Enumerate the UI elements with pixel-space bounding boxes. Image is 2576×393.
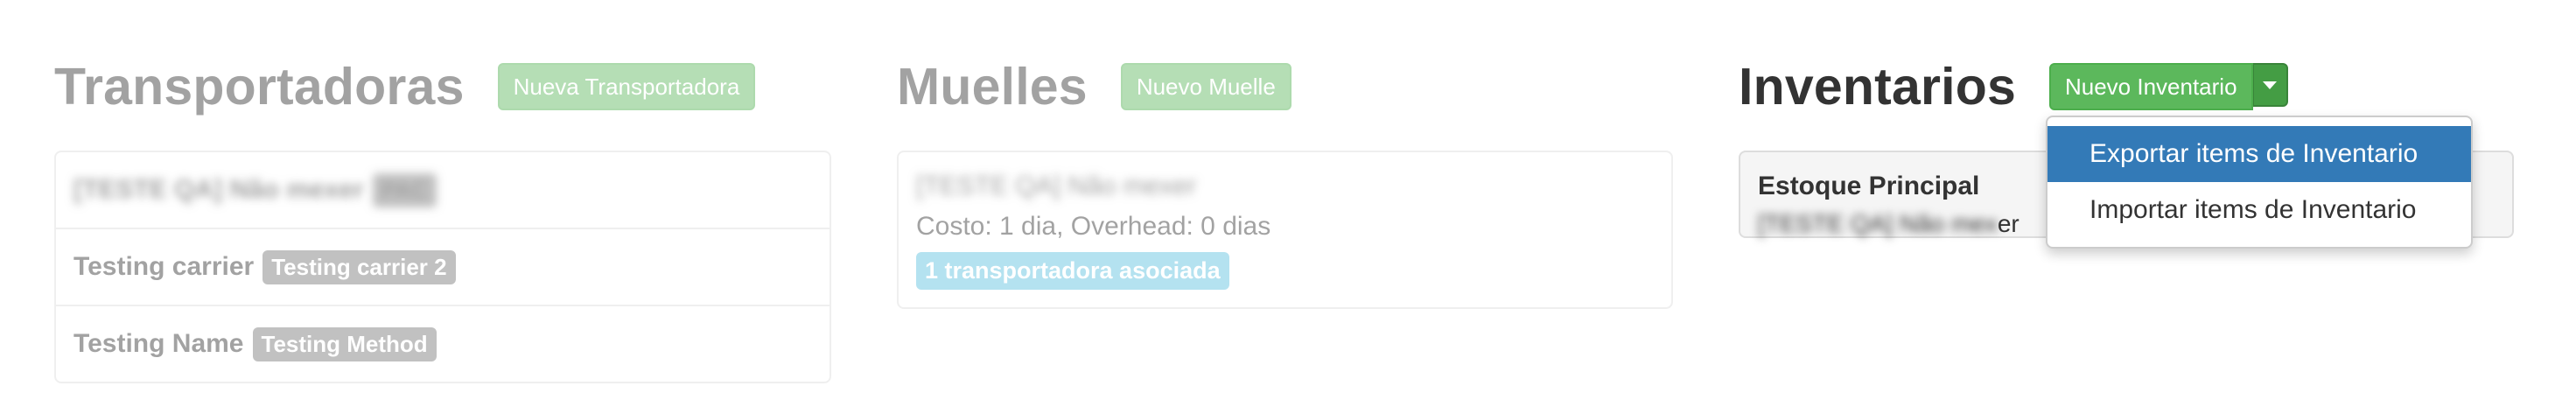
new-inventario-dropdown-toggle[interactable] (2252, 63, 2288, 107)
muelles-title: Muelles (897, 58, 1088, 116)
export-inventory-items-menu-item[interactable]: Exportar items de Inventario (2048, 126, 2471, 182)
transportadoras-header: Transportadoras Nueva Transportadora (54, 56, 831, 117)
list-item-badge: PAC (372, 172, 437, 207)
list-item-badge: Testing Method (252, 326, 437, 361)
inventario-subtitle-visible: er (1997, 210, 2020, 237)
list-item-badge: Testing carrier 2 (262, 249, 456, 284)
new-inventario-split-button: Nuevo Inventario (2048, 63, 2288, 110)
list-item[interactable]: Testing carrier Testing carrier 2 (56, 228, 830, 305)
muelle-cost: Costo: 1 dia, Overhead: 0 dias (916, 212, 1271, 241)
transportadoras-title: Transportadoras (54, 58, 465, 116)
caret-down-icon (2263, 81, 2278, 89)
import-inventory-items-menu-item[interactable]: Importar items de Inventario (2048, 182, 2471, 238)
muelles-section: Muelles Nuevo Muelle [TESTE QA] Não mexe… (897, 56, 1673, 309)
inventario-subtitle-blurred: [TESTE QA] Não mex (1758, 210, 1998, 237)
transportadoras-section: Transportadoras Nueva Transportadora [TE… (54, 56, 831, 383)
muelle-name: [TESTE QA] Não mexer (916, 172, 1197, 200)
new-inventario-button[interactable]: Nuevo Inventario (2048, 63, 2253, 110)
new-muelle-button[interactable]: Nuevo Muelle (1120, 63, 1292, 110)
inventarios-title: Inventarios (1739, 58, 2016, 116)
list-item[interactable]: [TESTE QA] Não mexer PAC (56, 152, 830, 228)
new-transportadora-button[interactable]: Nueva Transportadora (497, 63, 756, 110)
transportadoras-list: [TESTE QA] Não mexer PAC Testing carrier… (54, 151, 831, 383)
muelle-item[interactable]: [TESTE QA] Não mexer Costo: 1 dia, Overh… (897, 151, 1673, 309)
list-item-name: Testing Name (74, 329, 244, 358)
muelle-carrier-badge: 1 transportadora asociada (916, 252, 1229, 290)
list-item-name: [TESTE QA] Não mexer (74, 175, 364, 204)
muelles-header: Muelles Nuevo Muelle (897, 56, 1673, 117)
inventario-dropdown-menu: Exportar items de Inventario Importar it… (2046, 116, 2473, 249)
list-item[interactable]: Testing Name Testing Method (56, 305, 830, 382)
list-item-name: Testing carrier (74, 252, 255, 281)
inventarios-header: Inventarios Nuevo Inventario (1739, 56, 2514, 117)
